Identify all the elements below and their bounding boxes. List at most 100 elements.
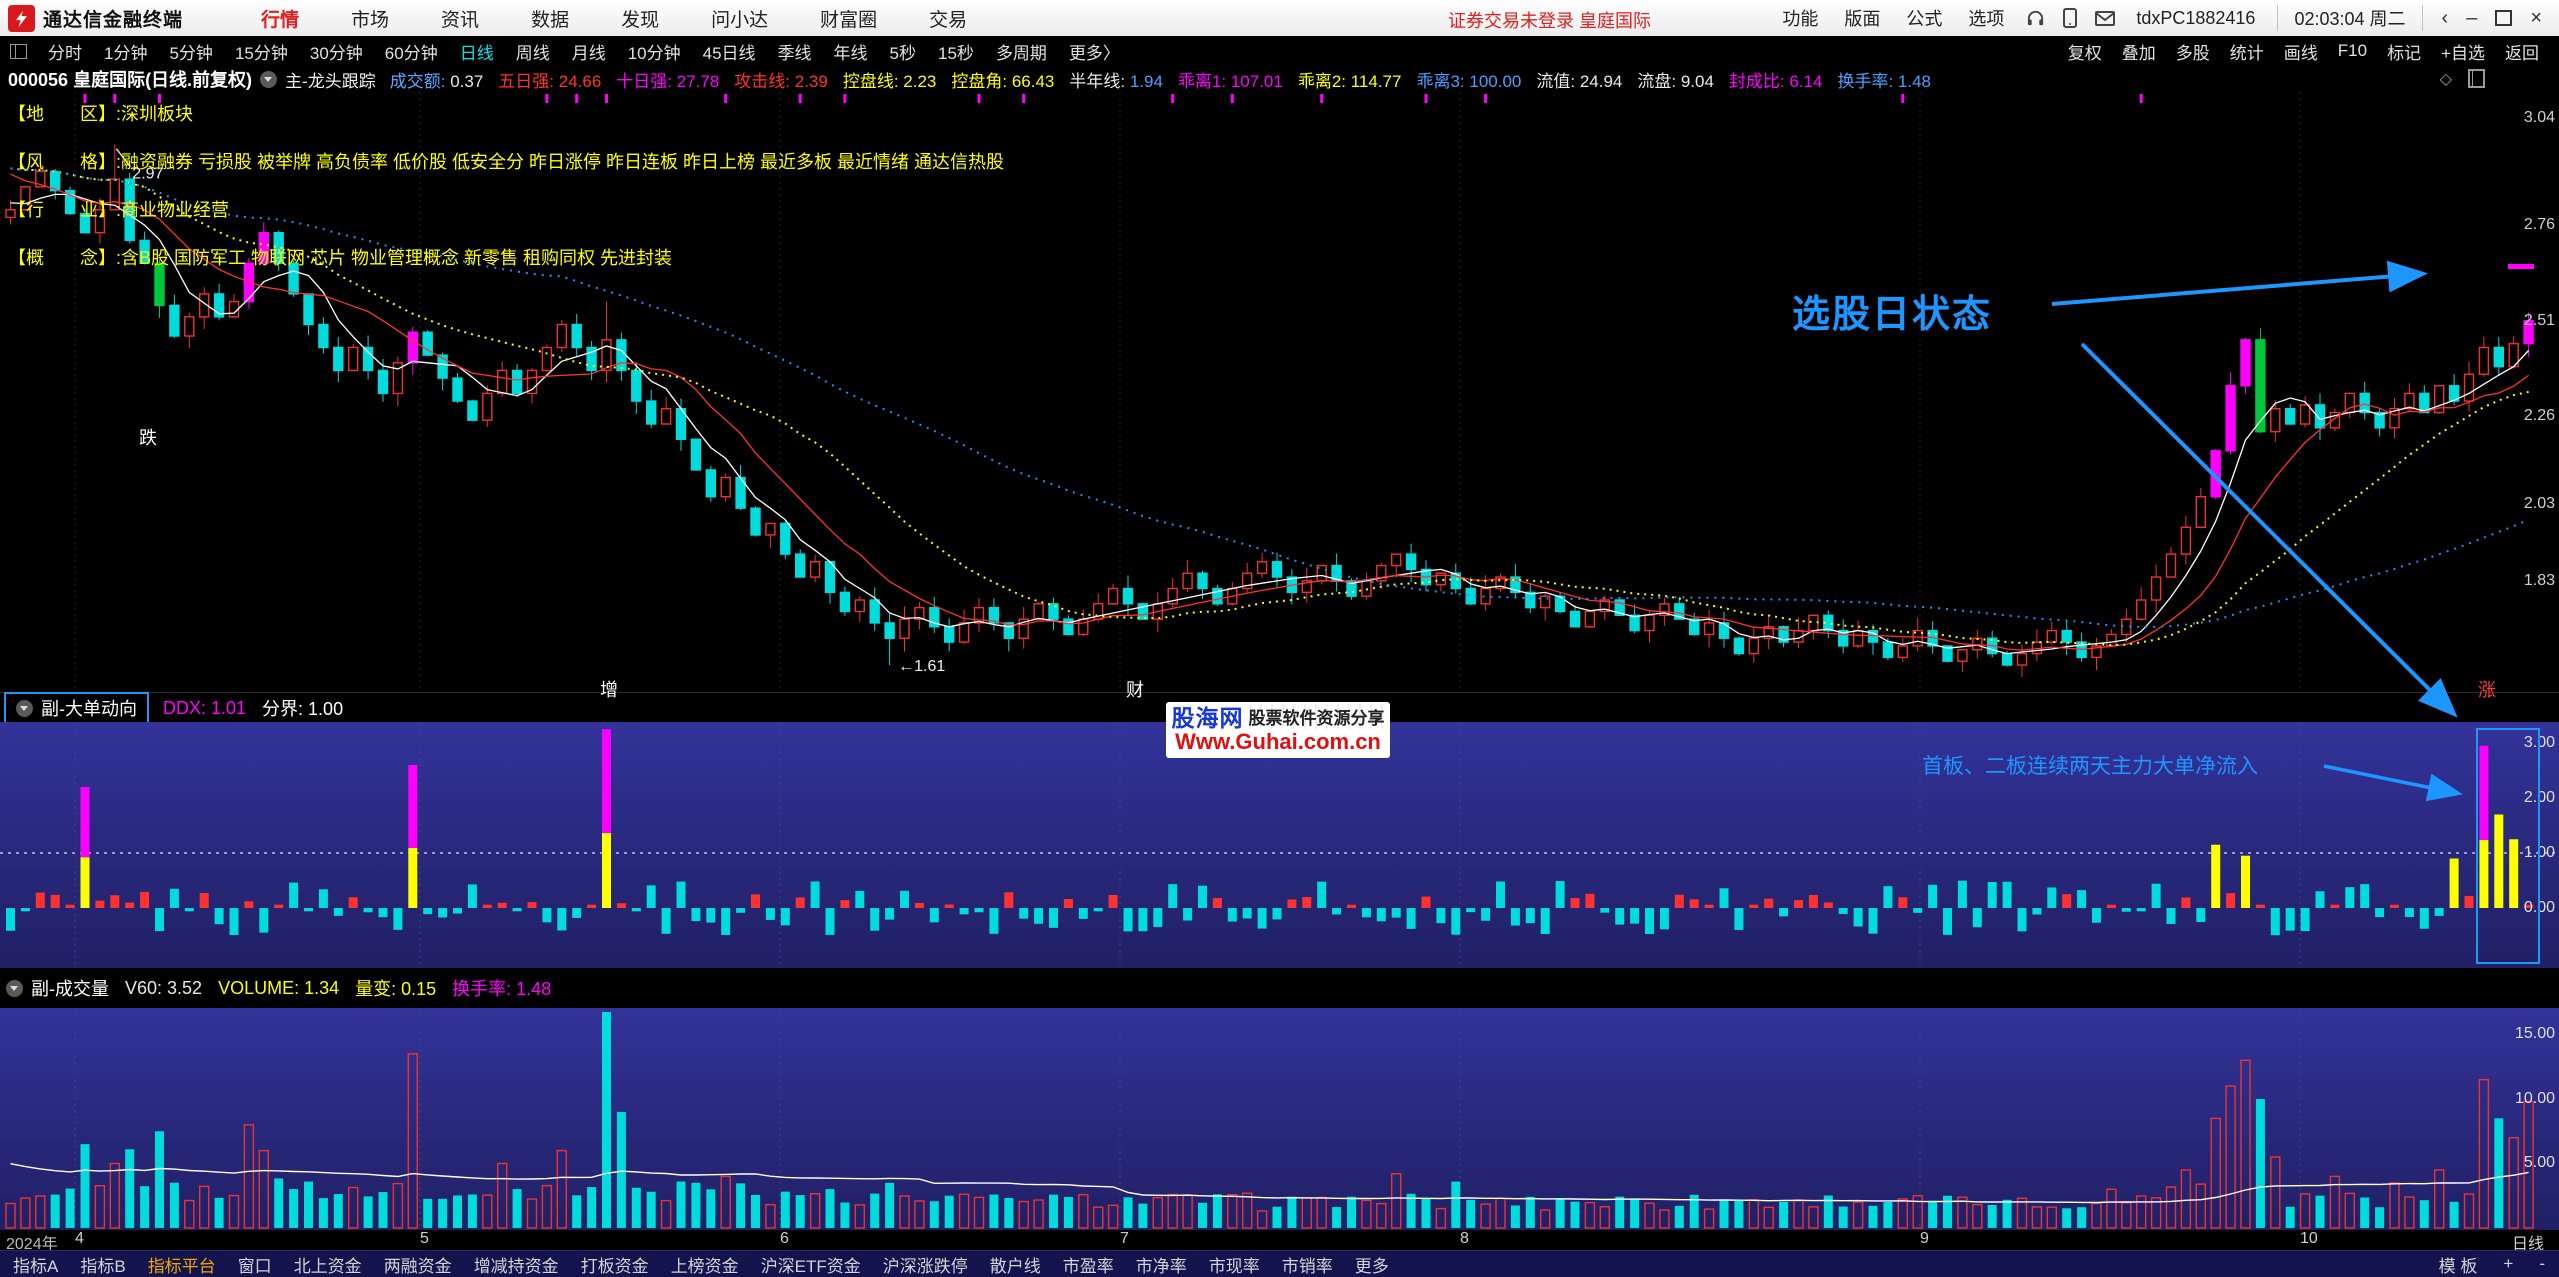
diamond-icon[interactable]: ◇	[2440, 69, 2452, 89]
tool-+自选[interactable]: +自选	[2441, 39, 2485, 64]
close-button[interactable]: ×	[2530, 0, 2542, 36]
status-沪深涨跌停[interactable]: 沪深涨跌停	[883, 1252, 968, 1277]
menu-right-功能[interactable]: 功能	[1782, 5, 1818, 31]
menu-item-资讯[interactable]: 资讯	[441, 5, 479, 32]
status-市销率[interactable]: 市销率	[1282, 1252, 1333, 1277]
tool-返回[interactable]: 返回	[2505, 39, 2539, 64]
candlestick-chart[interactable]: 2.97←1.61	[0, 92, 2559, 692]
stock-symbol[interactable]: 000056 皇庭国际(日线.前复权)	[8, 66, 252, 92]
period-月线[interactable]: 月线	[572, 39, 606, 64]
vol-field: 量变: 0.15	[355, 975, 436, 1001]
tool-复权[interactable]: 复权	[2068, 39, 2102, 64]
user-id[interactable]: tdxPC1882416	[2136, 8, 2255, 29]
period-5秒[interactable]: 5秒	[890, 39, 916, 64]
ddx-title-highlight-box[interactable]: 副-大单动向	[4, 692, 149, 724]
status-沪深ETF资金[interactable]: 沪深ETF资金	[761, 1252, 861, 1277]
period-5分钟[interactable]: 5分钟	[169, 39, 212, 64]
menu-item-发现[interactable]: 发现	[621, 5, 659, 32]
status-bar: 指标A 指标B 指标平台窗口北上资金两融资金增减持资金打板资金上榜资金沪深ETF资金…	[0, 1250, 2559, 1277]
status-北上资金[interactable]: 北上资金	[294, 1252, 362, 1277]
period-年线[interactable]: 年线	[834, 39, 868, 64]
field-攻击线: 攻击线: 2.39	[734, 67, 828, 92]
ddx-panel-title[interactable]: 副-大单动向	[41, 695, 137, 721]
field-半年线: 半年线: 1.94	[1069, 67, 1163, 92]
tool-多股[interactable]: 多股	[2176, 39, 2210, 64]
period-15分钟[interactable]: 15分钟	[235, 39, 288, 64]
period-更多〉[interactable]: 更多〉	[1069, 39, 1120, 64]
menu-item-行情[interactable]: 行情	[261, 5, 299, 32]
period-分时[interactable]: 分时	[48, 39, 82, 64]
login-status: 证券交易未登录 皇庭国际	[1448, 7, 1651, 33]
menu-item-数据[interactable]: 数据	[531, 5, 569, 32]
mail-icon[interactable]	[2095, 11, 2115, 26]
menu-right: 功能版面公式选项 tdxPC1882416 02:03:04 周二 ‹ – ×	[1769, 0, 2551, 36]
main-chart[interactable]: 2.97←1.61 【地 区】:深圳板块 【风 格】:融资融券 亏损股 被举牌 …	[0, 92, 2559, 692]
menu-item-市场[interactable]: 市场	[351, 5, 389, 32]
status-bar-right: 模 板 + -	[2439, 1251, 2545, 1277]
x-axis-month-6: 6	[780, 1230, 789, 1248]
status-指标A[interactable]: 指标A	[13, 1252, 58, 1277]
field-换手率: 换手率: 1.48	[1837, 67, 1931, 92]
tool-叠加[interactable]: 叠加	[2122, 39, 2156, 64]
period-季线[interactable]: 季线	[778, 39, 812, 64]
status-增减持资金[interactable]: 增减持资金	[474, 1252, 559, 1277]
back-button[interactable]: ‹	[2442, 0, 2449, 36]
menu-item-交易[interactable]: 交易	[929, 5, 967, 32]
status-更多[interactable]: 更多	[1355, 1252, 1389, 1277]
status-窗口[interactable]: 窗口	[238, 1252, 272, 1277]
menu-right-版面[interactable]: 版面	[1844, 5, 1880, 31]
field-控盘线: 控盘线: 2.23	[843, 67, 937, 92]
price-axis-2.26: 2.26	[2524, 407, 2555, 425]
chevron-down-icon[interactable]	[16, 700, 33, 717]
watermark: 股海网 股票软件资源分享 Www.Guhai.com.cn	[1166, 702, 1390, 758]
volume-panel-title[interactable]: 副-成交量	[31, 975, 109, 1001]
menu-right-公式[interactable]: 公式	[1906, 5, 1942, 31]
watermark-url: Www.Guhai.com.cn	[1166, 730, 1390, 754]
clock: 02:03:04 周二	[2277, 5, 2422, 31]
status-right-模 板[interactable]: 模 板	[2439, 1252, 2478, 1277]
volume-panel[interactable]: 15.0010.005.00	[0, 1008, 2559, 1230]
period-10分钟[interactable]: 10分钟	[628, 39, 681, 64]
window-layout-icon[interactable]	[10, 44, 27, 59]
period-日线[interactable]: 日线	[460, 39, 494, 64]
headset-icon[interactable]	[2026, 9, 2045, 28]
status-打板资金[interactable]: 打板资金	[581, 1252, 649, 1277]
mobile-icon[interactable]	[2063, 8, 2077, 28]
status-市现率[interactable]: 市现率	[1209, 1252, 1260, 1277]
field-乖离3: 乖离3: 100.00	[1416, 67, 1521, 92]
status-市盈率[interactable]: 市盈率	[1063, 1252, 1114, 1277]
period-60分钟[interactable]: 60分钟	[385, 39, 438, 64]
chevron-down-icon[interactable]	[6, 980, 23, 997]
status-市净率[interactable]: 市净率	[1136, 1252, 1187, 1277]
status-散户线[interactable]: 散户线	[990, 1252, 1041, 1277]
status-right--[interactable]: -	[2539, 1254, 2545, 1274]
period-周线[interactable]: 周线	[516, 39, 550, 64]
menu-item-问小达[interactable]: 问小达	[711, 5, 768, 32]
status-指标B[interactable]: 指标B	[80, 1252, 125, 1277]
panel-icon[interactable]	[2468, 69, 2485, 88]
menu-right-选项[interactable]: 选项	[1968, 5, 2004, 31]
volume-bar-chart[interactable]	[0, 1008, 2559, 1230]
main-indicator-name[interactable]: 主-龙头跟踪	[285, 67, 376, 92]
status-right-+[interactable]: +	[2503, 1254, 2513, 1274]
period-45日线[interactable]: 45日线	[703, 39, 756, 64]
period-多周期[interactable]: 多周期	[996, 39, 1047, 64]
tool-F10[interactable]: F10	[2338, 41, 2367, 61]
price-axis-3.04: 3.04	[2524, 109, 2555, 127]
period-15秒[interactable]: 15秒	[938, 39, 974, 64]
tool-统计[interactable]: 统计	[2230, 39, 2264, 64]
menu-item-财富圈[interactable]: 财富圈	[820, 5, 877, 32]
period-30分钟[interactable]: 30分钟	[310, 39, 363, 64]
status-指标平台[interactable]: 指标平台	[148, 1252, 216, 1277]
tag-concept: 【概 念】:含B股 国防军工 物联网 芯片 物业管理概念 新零售 租购同权 先进…	[8, 244, 672, 270]
menu-bar: 通达信金融终端 行情市场资讯数据发现问小达财富圈交易 证券交易未登录 皇庭国际 …	[0, 0, 2559, 37]
tool-画线[interactable]: 画线	[2284, 39, 2318, 64]
maximize-button[interactable]	[2495, 10, 2512, 26]
chevron-down-icon[interactable]	[260, 71, 277, 88]
minimize-button[interactable]: –	[2466, 0, 2477, 36]
period-1分钟[interactable]: 1分钟	[104, 39, 147, 64]
tool-标记[interactable]: 标记	[2387, 39, 2421, 64]
status-两融资金[interactable]: 两融资金	[384, 1252, 452, 1277]
status-上榜资金[interactable]: 上榜资金	[671, 1252, 739, 1277]
price-axis-2.03: 2.03	[2524, 495, 2555, 513]
